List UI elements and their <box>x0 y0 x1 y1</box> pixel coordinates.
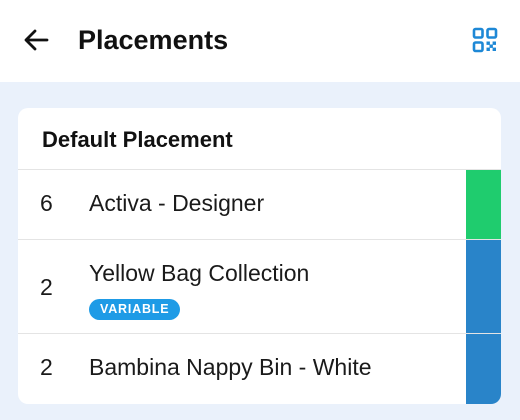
placement-card: Default Placement 6 Activa - Designer 2 … <box>18 108 501 404</box>
arrow-left-icon <box>24 29 49 51</box>
back-button[interactable] <box>18 22 54 58</box>
item-name: Activa - Designer <box>89 190 265 216</box>
list-item[interactable]: 2 Bambina Nappy Bin - White <box>18 334 501 404</box>
placement-title: Default Placement <box>18 108 501 170</box>
item-name: Yellow Bag Collection <box>89 260 310 286</box>
variable-badge: VARIABLE <box>89 299 181 320</box>
status-indicator <box>466 240 501 333</box>
item-name: Bambina Nappy Bin - White <box>89 354 372 380</box>
qr-code-icon <box>472 27 498 53</box>
list-item[interactable]: 6 Activa - Designer <box>18 170 501 240</box>
item-quantity: 2 <box>40 354 53 380</box>
top-app-bar: Placements <box>0 0 520 82</box>
qr-code-button[interactable] <box>470 25 500 55</box>
item-quantity: 2 <box>40 274 53 300</box>
list-item[interactable]: 2 Yellow Bag Collection VARIABLE <box>18 240 501 334</box>
item-quantity: 6 <box>40 190 53 216</box>
page-title: Placements <box>78 25 229 55</box>
status-indicator <box>466 334 501 404</box>
status-indicator <box>466 170 501 239</box>
